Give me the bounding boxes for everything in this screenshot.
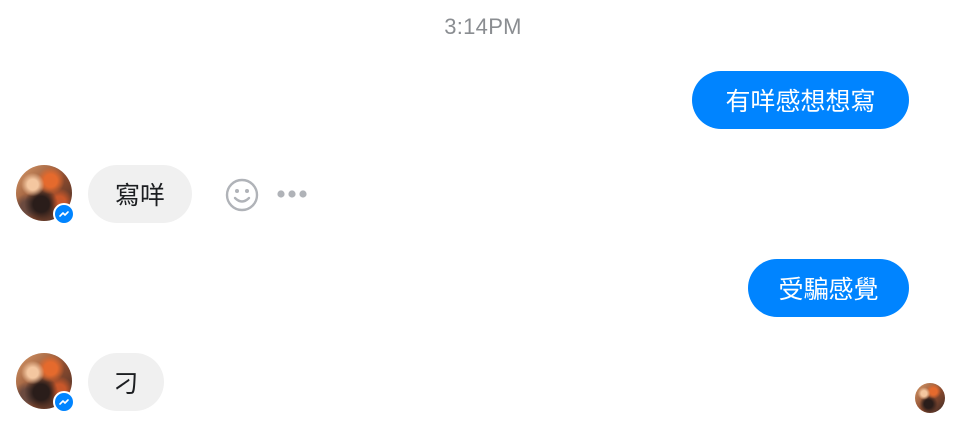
chat-thread: 3:14PM 有咩感想想寫 寫咩 受騙感覺 刁 (0, 0, 960, 442)
message-timestamp: 3:14PM (444, 14, 522, 39)
read-receipt-avatar (915, 383, 945, 413)
smiley-face-icon[interactable] (224, 177, 260, 213)
outgoing-message-bubble[interactable]: 有咩感想想寫 (692, 71, 909, 129)
incoming-message-bubble[interactable]: 刁 (88, 353, 164, 411)
messenger-badge-icon (53, 203, 75, 225)
messenger-badge-icon (53, 391, 75, 413)
message-text: 受騙感覺 (778, 275, 879, 304)
incoming-message-bubble[interactable]: 寫咩 (88, 165, 192, 223)
message-text: 有咩感想想寫 (725, 87, 876, 116)
message-text: 寫咩 (114, 181, 165, 210)
message-text: 刁 (113, 369, 139, 398)
more-horizontal-icon[interactable] (272, 184, 312, 204)
outgoing-message-bubble[interactable]: 受騙感覺 (748, 259, 909, 317)
